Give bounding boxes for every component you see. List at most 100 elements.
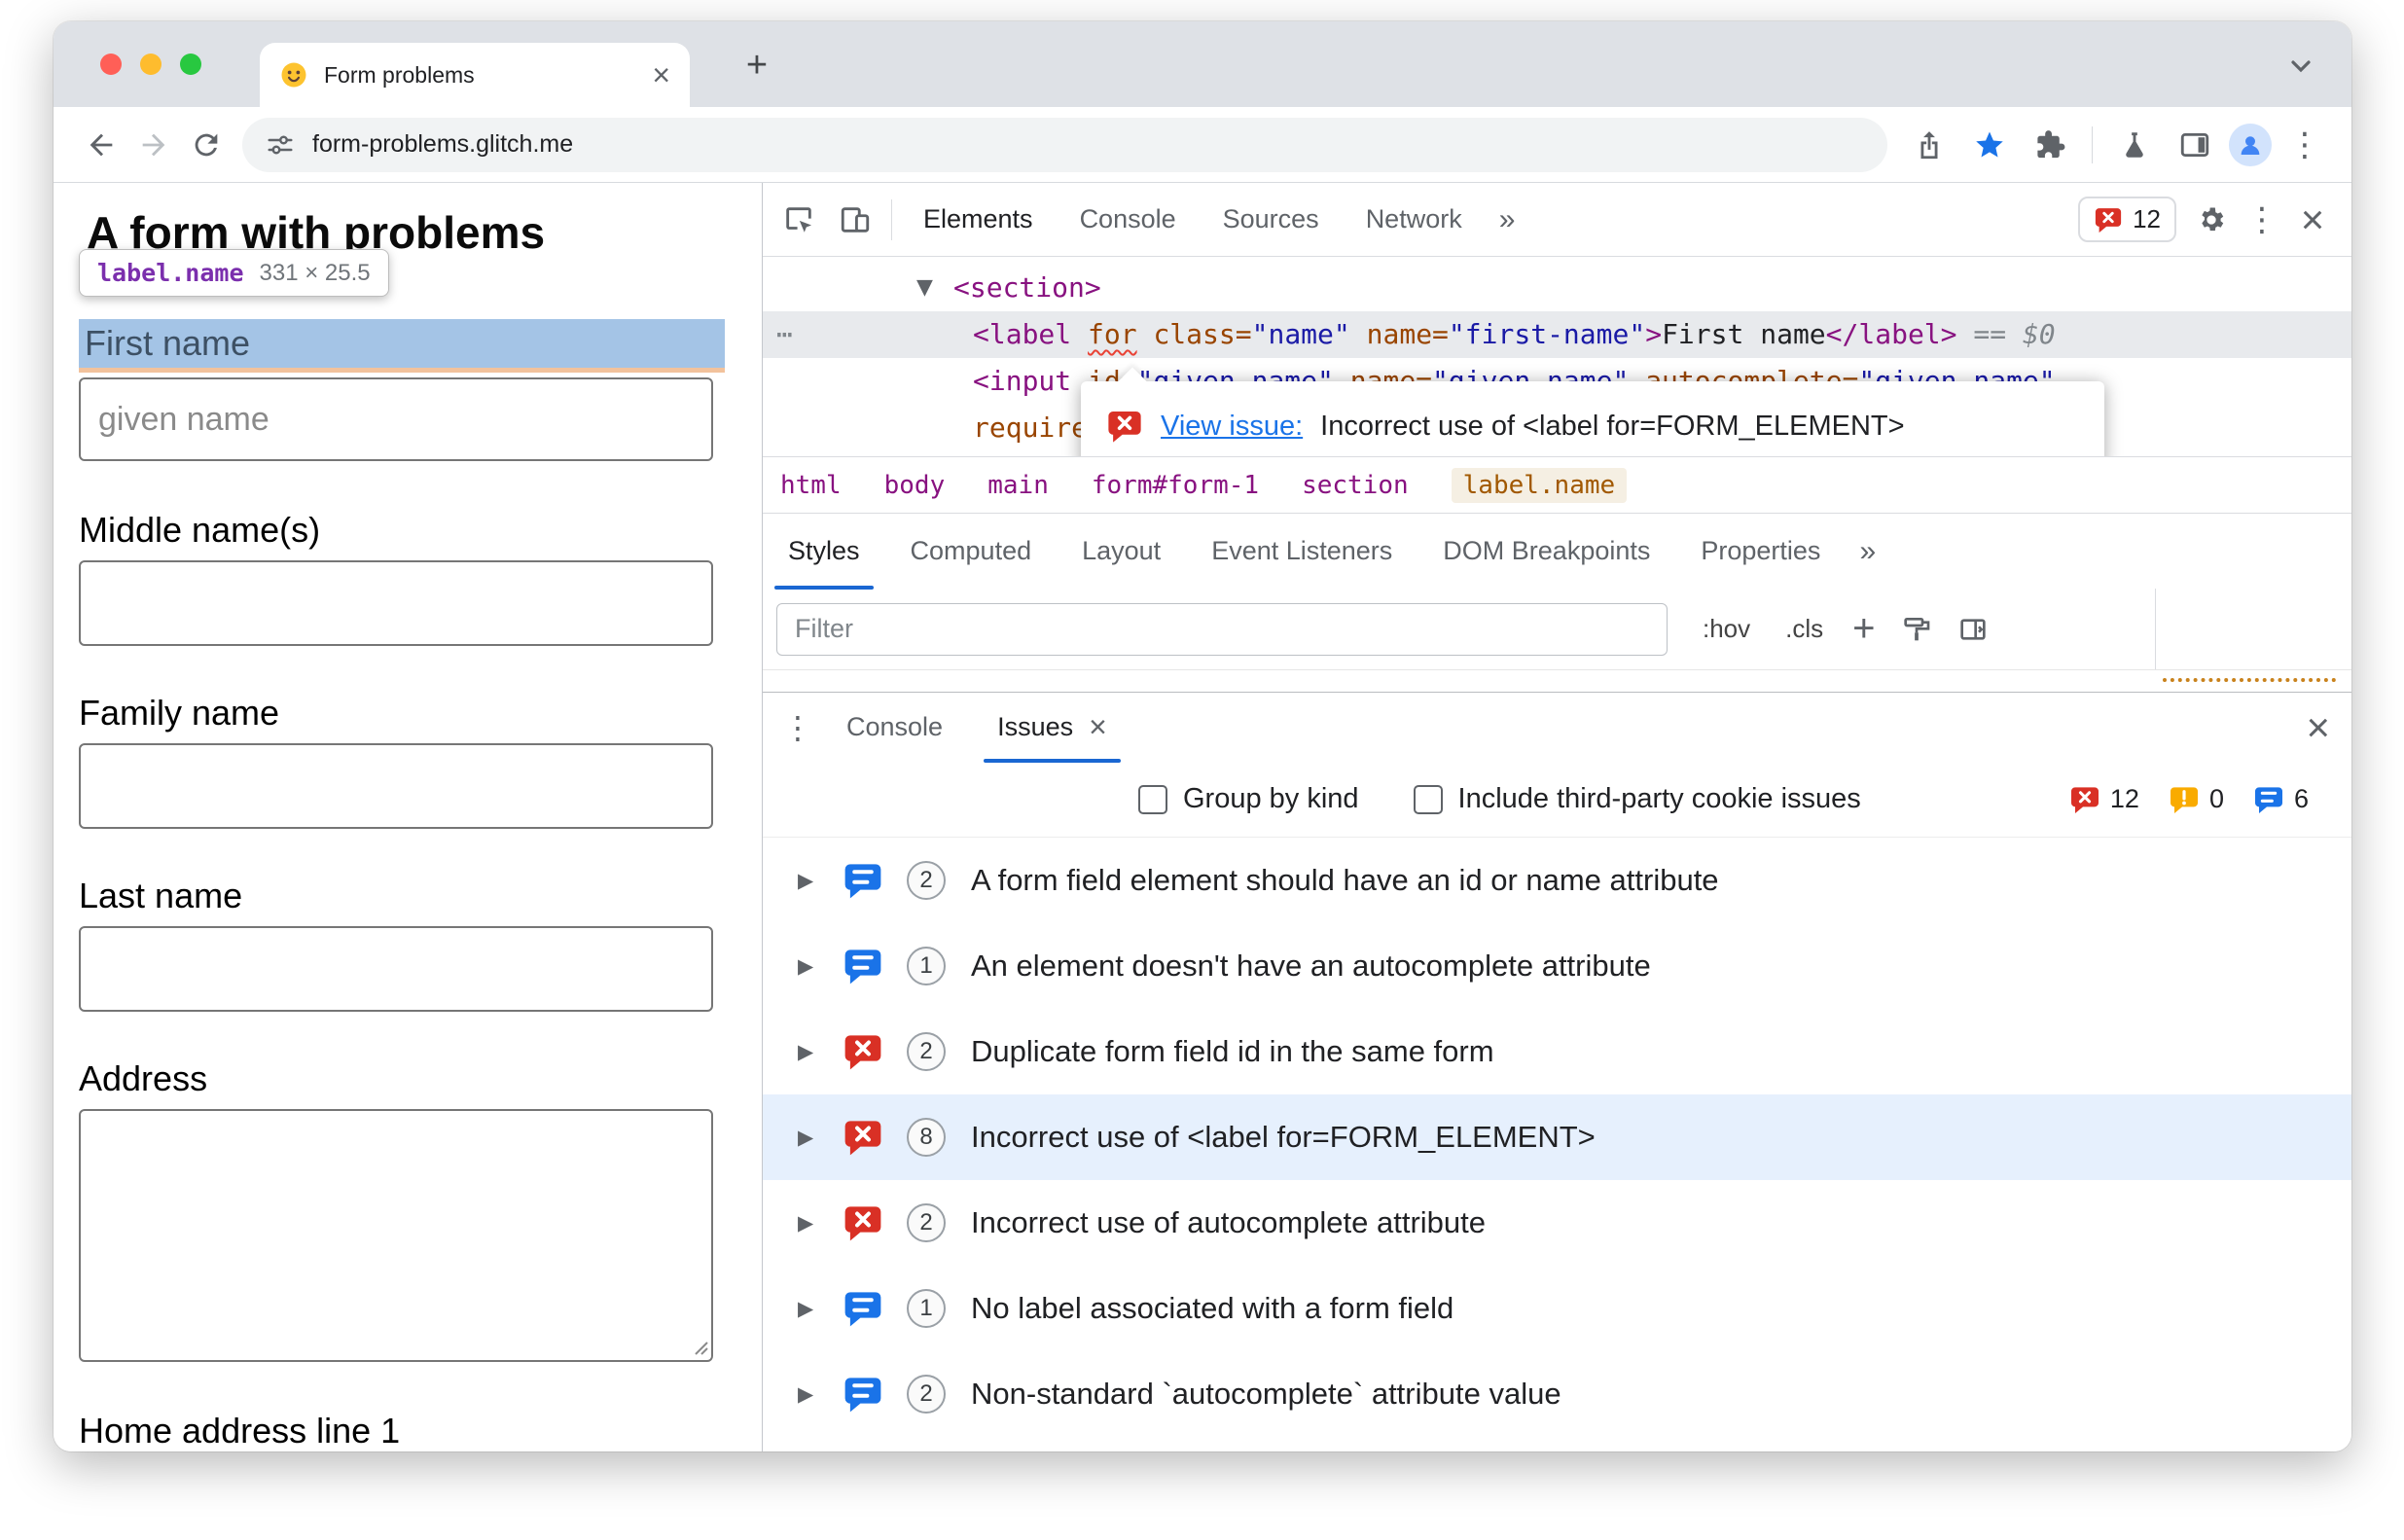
- styles-filter-input[interactable]: [776, 602, 1668, 656]
- issues-count-button[interactable]: 12: [2078, 197, 2176, 242]
- third-party-option[interactable]: Include third-party cookie issues: [1413, 783, 1861, 815]
- textarea-resize-grip[interactable]: [688, 1335, 709, 1356]
- forward-button[interactable]: [127, 119, 180, 171]
- expand-arrow-icon[interactable]: ▼: [916, 265, 933, 311]
- issue-row[interactable]: ▶ 2 Duplicate form field id in the same …: [763, 1009, 2351, 1094]
- tab-console[interactable]: Console: [1057, 183, 1200, 257]
- group-by-kind-label: Group by kind: [1183, 783, 1359, 814]
- view-issue-link[interactable]: View issue:: [1161, 411, 1303, 443]
- tab-elements[interactable]: Elements: [900, 183, 1057, 257]
- tab-network[interactable]: Network: [1343, 183, 1486, 257]
- issues-tab-close-icon[interactable]: ×: [1089, 709, 1107, 745]
- side-panel-icon[interactable]: [2169, 119, 2221, 171]
- crumb-body[interactable]: body: [884, 471, 946, 500]
- tab-dom-breakpoints[interactable]: DOM Breakpoints: [1417, 514, 1675, 590]
- expand-triangle-icon[interactable]: ▶: [798, 1126, 827, 1150]
- elements-tree: ▼ <section> ⋯ <label for class="name" name…: [763, 257, 2351, 456]
- given-name-input[interactable]: [79, 377, 713, 461]
- more-tabs-icon[interactable]: »: [1486, 203, 1529, 236]
- for-attribute: for: [1088, 318, 1137, 350]
- new-tab-button[interactable]: +: [735, 43, 779, 88]
- expand-triangle-icon[interactable]: ▶: [798, 1211, 827, 1236]
- tab-computed[interactable]: Computed: [885, 514, 1058, 590]
- tree-line-section[interactable]: ▼ <section>: [763, 265, 2351, 311]
- issue-row[interactable]: ▶ 2 Non-standard `autocomplete` attribut…: [763, 1351, 2351, 1437]
- crumb-section[interactable]: section: [1302, 471, 1409, 500]
- computed-sidebar-toggle-icon[interactable]: [1957, 614, 1989, 645]
- zoom-window-button[interactable]: [180, 54, 201, 75]
- address-textarea[interactable]: [79, 1109, 713, 1362]
- warning-count: 0: [2169, 784, 2224, 815]
- device-toolbar-icon[interactable]: [827, 192, 883, 248]
- issue-row[interactable]: ▶ 2 A form field element should have an …: [763, 838, 2351, 923]
- middle-name-input[interactable]: [79, 560, 713, 646]
- crumb-main[interactable]: main: [987, 471, 1049, 500]
- devtools-menu-kebab-icon[interactable]: ⋮: [2237, 195, 2287, 245]
- error-count: 12: [2069, 784, 2139, 815]
- devtools-settings-gear-icon[interactable]: [2186, 195, 2237, 245]
- expand-triangle-icon[interactable]: ▶: [798, 1297, 827, 1321]
- close-window-button[interactable]: [100, 54, 122, 75]
- hov-toggle[interactable]: :hov: [1703, 614, 1750, 644]
- crumb-label-name[interactable]: label.name: [1451, 467, 1628, 503]
- paint-roller-icon[interactable]: [1901, 614, 1932, 645]
- issue-row[interactable]: ▶ 2 Incorrect use of autocomplete attrib…: [763, 1180, 2351, 1266]
- crumb-form[interactable]: form#form-1: [1092, 471, 1259, 500]
- tree-line-label-selected[interactable]: ⋯ <label for class="name" name="first-nam…: [763, 311, 2351, 358]
- tooltip-selector: label.name: [97, 259, 244, 287]
- error-bubble-icon: [1106, 408, 1143, 445]
- browser-window: Form problems × + form-problems.glitch.m…: [54, 21, 2351, 1451]
- reload-button[interactable]: [180, 119, 233, 171]
- tab-search-chevron-icon[interactable]: [2281, 47, 2320, 86]
- cls-toggle[interactable]: .cls: [1785, 614, 1823, 644]
- name-value: "first-name": [1448, 318, 1646, 350]
- last-name-input[interactable]: [79, 926, 713, 1012]
- expand-triangle-icon[interactable]: ▶: [798, 1382, 827, 1407]
- devtools-close-icon[interactable]: ×: [2287, 195, 2338, 245]
- section-tag: <section>: [953, 271, 1101, 304]
- more-panel-tabs-icon[interactable]: »: [1846, 535, 1889, 568]
- view-issue-popup: View issue: Incorrect use of <label for=…: [1081, 367, 2104, 456]
- label-open-tag: <label: [973, 318, 1089, 350]
- tab-properties[interactable]: Properties: [1675, 514, 1846, 590]
- error-bubble-icon: [2069, 784, 2100, 815]
- expand-triangle-icon[interactable]: ▶: [798, 1040, 827, 1064]
- tab-styles[interactable]: Styles: [763, 514, 885, 590]
- row-actions-icon[interactable]: ⋯: [776, 311, 793, 358]
- bookmark-star-icon[interactable]: [1963, 119, 2016, 171]
- error-bubble-icon: [843, 1202, 883, 1243]
- profile-avatar[interactable]: [2229, 123, 2272, 166]
- expand-triangle-icon[interactable]: ▶: [798, 954, 827, 979]
- issue-row[interactable]: ▶ 1 An element doesn't have an autocompl…: [763, 923, 2351, 1009]
- group-by-kind-checkbox[interactable]: [1138, 784, 1167, 814]
- issue-row-selected[interactable]: ▶ 8 Incorrect use of <label for=FORM_ELE…: [763, 1094, 2351, 1180]
- drawer-menu-kebab-icon[interactable]: ⋮: [776, 709, 819, 746]
- drawer-tab-issues[interactable]: Issues ×: [970, 693, 1134, 763]
- extensions-puzzle-icon[interactable]: [2024, 119, 2076, 171]
- experiments-flask-icon[interactable]: [2108, 119, 2161, 171]
- drawer-close-icon[interactable]: ×: [2306, 704, 2330, 751]
- browser-menu-kebab-icon[interactable]: ⋮: [2279, 120, 2330, 170]
- class-value: "name": [1251, 318, 1350, 350]
- omnibox[interactable]: form-problems.glitch.me: [242, 117, 1887, 172]
- crumb-html[interactable]: html: [780, 471, 842, 500]
- expand-triangle-icon[interactable]: ▶: [798, 869, 827, 893]
- browser-tab[interactable]: Form problems ×: [260, 43, 690, 107]
- tab-event-listeners[interactable]: Event Listeners: [1186, 514, 1417, 590]
- issue-row[interactable]: ▶ 1 No label associated with a form fiel…: [763, 1266, 2351, 1351]
- group-by-kind-option[interactable]: Group by kind: [1138, 783, 1359, 815]
- site-info-icon[interactable]: [266, 130, 295, 160]
- minimize-window-button[interactable]: [140, 54, 161, 75]
- tab-sources[interactable]: Sources: [1200, 183, 1343, 257]
- family-name-input[interactable]: [79, 743, 713, 829]
- name-attribute: name=: [1349, 318, 1449, 350]
- third-party-checkbox[interactable]: [1413, 784, 1443, 814]
- back-button[interactable]: [75, 119, 127, 171]
- inspect-element-icon[interactable]: [771, 192, 827, 248]
- address-label: Address: [79, 1058, 208, 1098]
- drawer-tab-console[interactable]: Console: [819, 693, 970, 763]
- tab-layout[interactable]: Layout: [1057, 514, 1186, 590]
- tab-close-icon[interactable]: ×: [652, 59, 670, 90]
- new-style-rule-icon[interactable]: +: [1852, 607, 1875, 651]
- share-icon[interactable]: [1903, 119, 1955, 171]
